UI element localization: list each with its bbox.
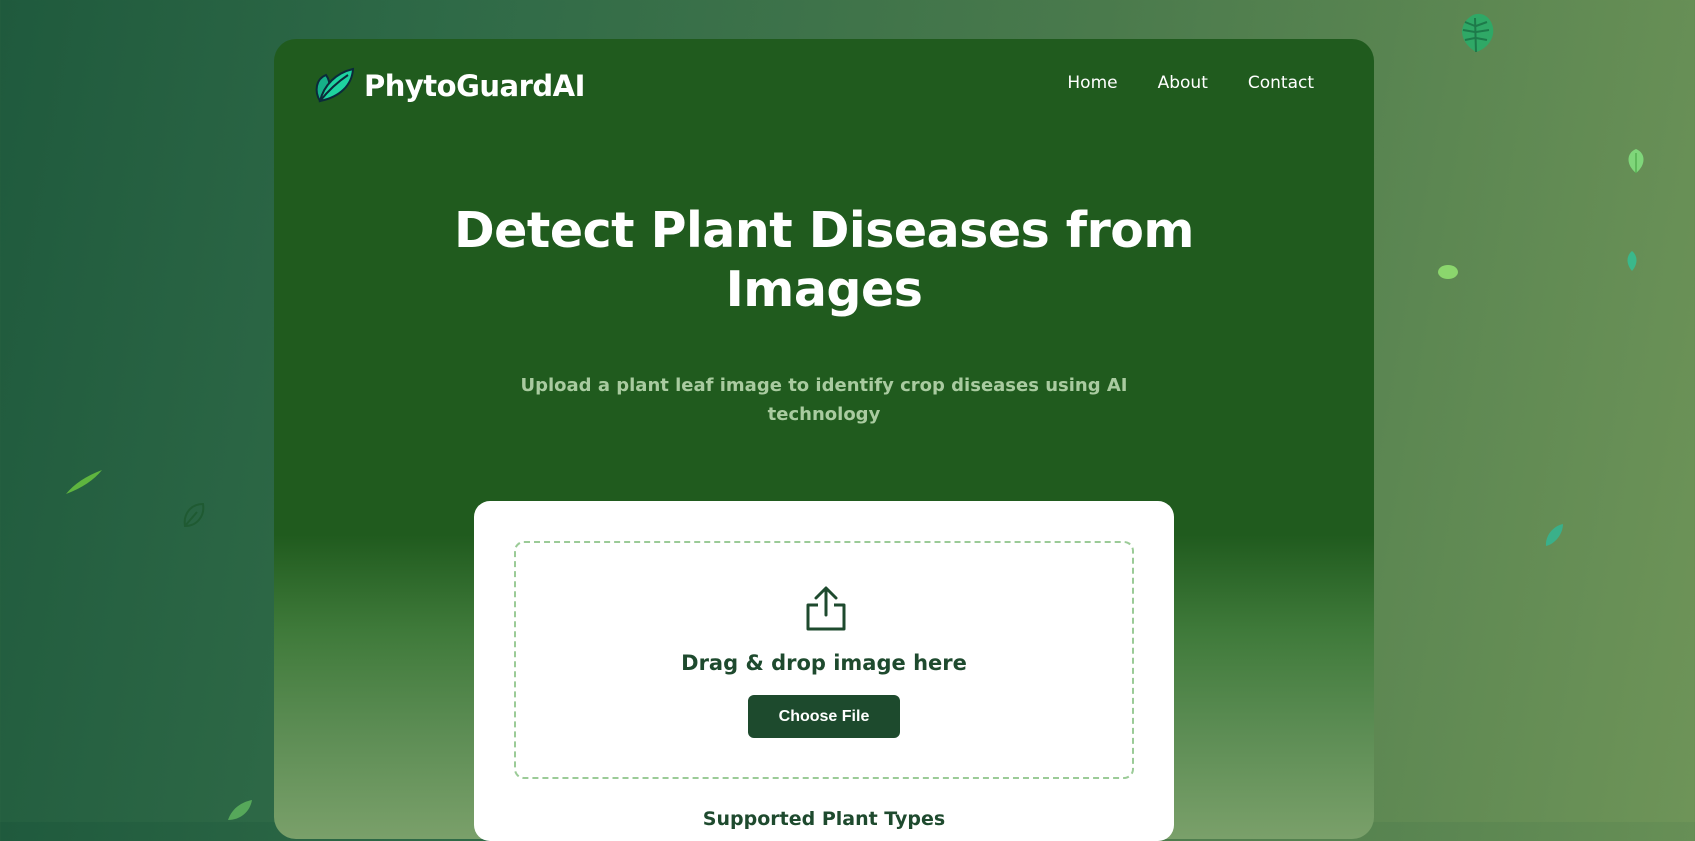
leaf-decoration-icon (1627, 251, 1637, 271)
upload-icon (806, 586, 846, 631)
choose-file-button[interactable]: Choose File (748, 695, 900, 738)
hero-title: Detect Plant Diseases from Images (274, 201, 1374, 319)
hero-title-line: Detect Plant Diseases from (454, 202, 1195, 259)
nav-links: Home About Contact (1067, 73, 1314, 93)
leaf-decoration-icon (1462, 13, 1494, 53)
nav-link-about[interactable]: About (1158, 73, 1208, 93)
nav-link-home[interactable]: Home (1067, 73, 1117, 93)
leaf-outline-decoration-icon (183, 502, 205, 528)
hero-subtitle-line: Upload a plant leaf image to identify cr… (520, 375, 1128, 396)
supported-plant-types-heading: Supported Plant Types (702, 808, 946, 830)
brand[interactable]: PhytoGuardAI (312, 67, 585, 105)
hero-title-line: Images (725, 261, 923, 318)
leaf-decoration-icon (1628, 149, 1644, 173)
dropzone[interactable]: Drag & drop image here Choose File (514, 541, 1134, 779)
navbar: PhytoGuardAI Home About Contact (274, 39, 1374, 129)
upload-card: Drag & drop image here Choose File Suppo… (474, 501, 1174, 841)
leaf-decoration-icon (1545, 524, 1563, 546)
leaf-decoration-icon (66, 470, 102, 494)
hero-subtitle-line: technology (767, 404, 881, 425)
nav-link-contact[interactable]: Contact (1248, 73, 1314, 93)
hero-subtitle: Upload a plant leaf image to identify cr… (274, 371, 1374, 429)
leaf-decoration-icon (228, 800, 252, 820)
leaf-icon (315, 67, 355, 103)
drop-text: Drag & drop image here (681, 651, 967, 675)
brand-name: PhytoGuardAI (364, 69, 585, 103)
leaf-decoration-icon (1438, 265, 1458, 279)
